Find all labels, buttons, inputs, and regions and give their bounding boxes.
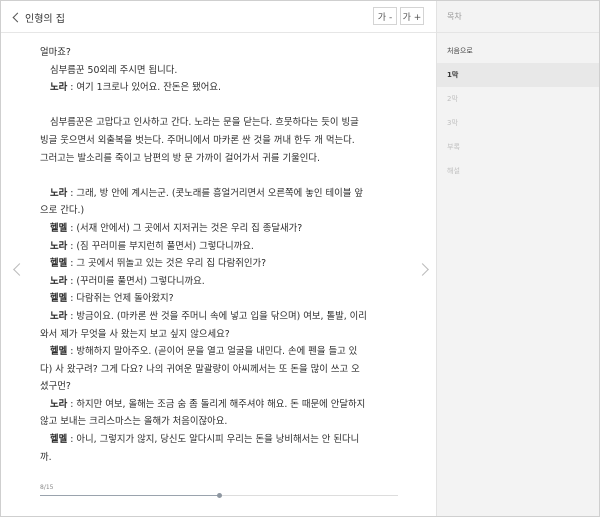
dialogue-text: : 그 곳에서 뛰놀고 있는 것은 우리 집 다람쥐인가? — [67, 258, 267, 270]
toc-item-appendix[interactable]: 부록 — [437, 135, 599, 159]
speaker-name: 노라 — [50, 240, 68, 252]
text-line: 노라 : 방금이요. (마카론 싼 것을 주머니 속에 넣고 입을 닦으며) 여… — [40, 308, 400, 326]
text-line: 노라 : 그래, 방 안에 계시는군. (콧노래를 흥얼거리면서 오른쪽에 놓인… — [40, 185, 400, 203]
toc-item-act3[interactable]: 3막 — [437, 111, 599, 135]
text-line: 헬멜 : (서재 안에서) 그 곳에서 지저귀는 것은 우리 집 종달새가? — [40, 220, 400, 238]
book-text: 얼마죠? 심부름꾼 50외레 주시면 됩니다. 노라 : 여기 1크로나 있어요… — [40, 44, 400, 466]
text-line: 노라 : 하지만 여보, 올해는 조금 숨 좀 돌리게 해주셔야 해요. 돈 때… — [40, 396, 400, 414]
speaker-name: 헬멜 — [50, 293, 68, 305]
text-line: 까. — [40, 451, 52, 463]
dialogue-text: : (서재 안에서) 그 곳에서 지저귀는 것은 우리 집 종달새가? — [67, 222, 303, 234]
chevron-left-icon — [12, 12, 23, 23]
speaker-name: 노라 — [50, 275, 68, 287]
speaker-name: 노라 — [50, 398, 68, 410]
text-line: 않고 보내는 크리스마스는 올해가 처음이잖아요. — [40, 416, 228, 428]
text-line: 얼마죠? — [40, 47, 71, 58]
toc-item-act2[interactable]: 2막 — [437, 87, 599, 111]
dialogue-text: : 방금이요. (마카론 싼 것을 주머니 속에 넣고 입을 닦으며) 여보, … — [67, 310, 367, 322]
font-size-controls: 가 - 가 + — [373, 7, 424, 25]
text-line: 으로 간다.) — [40, 205, 85, 217]
dialogue-text: : 방해하지 말아주오. (곧이어 문을 열고 얼굴을 내민다. 손에 펜을 들… — [67, 346, 358, 358]
progress-fill — [40, 495, 219, 496]
toc-item-start[interactable]: 처음으로 — [437, 39, 599, 63]
page-progress-label: 8/15 — [40, 484, 54, 491]
book-title: 인형의 집 — [25, 14, 65, 25]
progress-handle[interactable] — [217, 493, 222, 498]
font-decrease-button[interactable]: 가 - — [373, 7, 397, 25]
dialogue-text: : 아니, 그렇지가 않지, 당신도 알다시피 우리는 돈을 낭비해서는 안 된… — [67, 434, 360, 446]
text-line: 헬멜 : 그 곳에서 뛰놀고 있는 것은 우리 집 다람쥐인가? — [40, 255, 400, 273]
text-line: 노라 : 여기 1크로나 있어요. 잔돈은 됐어요. — [40, 79, 400, 97]
text-line: 노라 : (짐 꾸러미를 부지런히 풀면서) 그렇다니까요. — [40, 238, 400, 256]
dialogue-text: : 그래, 방 안에 계시는군. (콧노래를 흥얼거리면서 오른쪽에 놓인 테이… — [67, 187, 363, 199]
toc-list: 처음으로 1막 2막 3막 부록 해설 — [437, 33, 599, 183]
dialogue-text: : (짐 꾸러미를 부지런히 풀면서) 그렇다니까요. — [67, 240, 254, 252]
text-line: 심부름꾼 50외레 주시면 됩니다. — [50, 64, 178, 76]
text-line: 그러고는 발소리를 죽이고 남편의 방 문 가까이 걸어가서 귀를 기울인다. — [40, 152, 320, 164]
dialogue-text: : (꾸러미를 풀면서) 그렇다니까요. — [67, 275, 205, 287]
speaker-name: 노라 — [50, 82, 68, 94]
speaker-name: 헬멜 — [50, 222, 68, 234]
text-line: 빙글 웃으면서 외출복을 벗는다. 주머니에서 마카론 싼 것을 꺼내 한두 개… — [40, 134, 355, 146]
text-line: 노라 : (꾸러미를 풀면서) 그렇다니까요. — [40, 273, 400, 291]
dialogue-text: : 여기 1크로나 있어요. 잔돈은 됐어요. — [67, 82, 221, 94]
text-line: 헬멜 : 다람쥐는 언제 돌아왔지? — [40, 290, 400, 308]
speaker-name: 헬멜 — [50, 258, 68, 270]
text-line: 다) 사 왔구려? 그게 다요? 나의 귀여운 말괄량이 아씨께서는 또 돈을 … — [40, 363, 360, 375]
dialogue-text: : 다람쥐는 언제 돌아왔지? — [67, 293, 174, 305]
toc-item-commentary[interactable]: 해설 — [437, 159, 599, 183]
speaker-name: 노라 — [50, 187, 68, 199]
back-button[interactable]: 인형의 집 — [11, 10, 65, 25]
text-line: 심부름꾼은 고맙다고 인사하고 간다. 노라는 문을 닫는다. 흐뭇하다는 듯이… — [50, 117, 359, 129]
toc-item-act1[interactable]: 1막 — [437, 63, 599, 87]
reader-header: 인형의 집 가 - 가 + — [1, 1, 436, 33]
toc-sidebar: 목차 처음으로 1막 2막 3막 부록 해설 — [436, 1, 599, 516]
speaker-name: 헬멜 — [50, 346, 68, 358]
font-increase-button[interactable]: 가 + — [400, 7, 424, 25]
toc-title: 목차 — [437, 1, 599, 33]
speaker-name: 헬멜 — [50, 434, 68, 446]
text-line: 헬멜 : 아니, 그렇지가 않지, 당신도 알다시피 우리는 돈을 낭비해서는 … — [40, 431, 400, 449]
progress-slider[interactable] — [40, 493, 398, 498]
speaker-name: 노라 — [50, 310, 68, 322]
dialogue-text: : 하지만 여보, 올해는 조금 숨 좀 돌리게 해주셔야 해요. 돈 때문에 … — [67, 398, 366, 410]
text-line: 셨구먼? — [40, 381, 71, 393]
text-line: 와서 제가 무엇을 사 왔는지 보고 싶지 않으세요? — [40, 328, 230, 340]
text-line: 헬멜 : 방해하지 말아주오. (곧이어 문을 열고 얼굴을 내민다. 손에 펜… — [40, 343, 400, 361]
